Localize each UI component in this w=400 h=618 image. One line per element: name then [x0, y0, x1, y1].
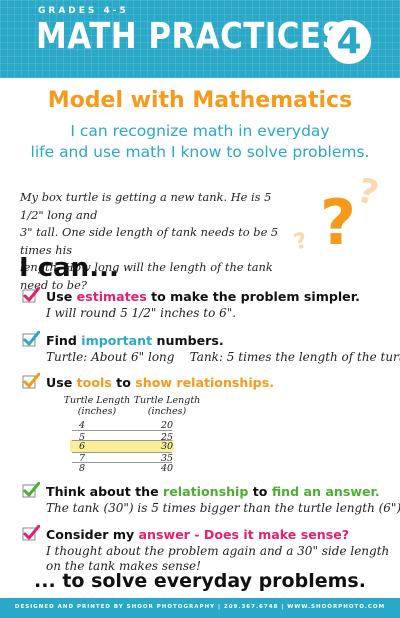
step-text: Use [46, 289, 77, 304]
grades-label: GRADES 4-5 [38, 6, 129, 16]
checkmark-icon [22, 482, 40, 498]
step-keyword: relationship [163, 484, 249, 499]
step-answer: Consider my answer - Does it make sense? [46, 527, 349, 542]
step-important-numbers: Find important numbers. [46, 333, 224, 348]
problem-line: My box turtle is getting a new tank. He … [20, 190, 272, 222]
table-header-line: (inches) [77, 406, 117, 417]
table-header-line: Turtle Length [133, 395, 201, 406]
goal-statement: I can recognize math in everyday life an… [20, 121, 380, 163]
step-detail: I thought about the problem again and a … [46, 544, 390, 558]
practice-subtitle: Model with Mathematics [47, 88, 353, 113]
question-marks-icon: ? ? ? [291, 171, 382, 258]
table-cell: 30 [160, 441, 174, 452]
i-can-heading: I can... [19, 253, 119, 283]
step-relationship: Think about the relationship to find an … [46, 484, 380, 499]
practice-number-badge: 4 [327, 20, 371, 64]
svg-text:?: ? [353, 171, 382, 215]
svg-text:?: ? [291, 228, 310, 255]
checkmark-icon [22, 373, 40, 389]
svg-text:?: ? [320, 186, 356, 258]
table-cell: 6 [78, 441, 86, 452]
table-divider [72, 440, 172, 441]
step-text: Find [46, 333, 82, 348]
closing-statement: ... to solve everyday problems. [34, 570, 366, 592]
goal-line: life and use math I know to solve proble… [30, 143, 370, 161]
step-text: to [111, 375, 136, 390]
step-text: to make the problem simpler. [146, 289, 360, 304]
step-text: Use [46, 375, 77, 390]
step-text: Think about the [46, 484, 164, 499]
table-divider [72, 452, 172, 453]
header-banner: GRADES 4-5 MATH PRACTICES 4 [0, 0, 400, 78]
step-keyword: tools [76, 375, 112, 390]
step-detail: The tank (30") is 5 times bigger than th… [46, 501, 400, 515]
step-detail: I will round 5 1/2" inches to 6". [46, 306, 237, 320]
page-title: MATH PRACTICES [36, 16, 345, 57]
checkmark-icon [22, 331, 40, 347]
step-text: Consider my [46, 527, 139, 542]
table-divider [72, 430, 172, 431]
step-tools: Use tools to show relationships. [46, 375, 274, 390]
step-detail: Turtle: About 6" long Tank: 5 times the … [46, 350, 400, 364]
practice-number: 4 [336, 21, 362, 62]
table-header: Turtle Length (inches) [132, 395, 202, 417]
step-keyword: answer - Does it make sense? [138, 527, 350, 542]
step-estimates: Use estimates to make the problem simple… [46, 289, 360, 304]
table-header-line: (inches) [147, 406, 187, 417]
table-divider [72, 462, 172, 463]
checkmark-icon [22, 525, 40, 541]
step-keyword: show relationships. [135, 375, 274, 390]
table-header: Turtle Length (inches) [62, 395, 132, 417]
step-keyword: estimates [76, 289, 147, 304]
table-cell: 8 [78, 463, 86, 474]
checkmark-icon [22, 287, 40, 303]
step-text: to [248, 484, 272, 499]
credit-line: DESIGNED AND PRINTED BY SHOOR PHOTOGRAPH… [14, 604, 386, 610]
step-keyword: find an answer. [271, 484, 380, 499]
table-cell: 40 [160, 463, 174, 474]
goal-line: I can recognize math in everyday [70, 122, 330, 140]
table-header-line: Turtle Length [63, 395, 131, 406]
step-keyword: important [81, 333, 153, 348]
step-text: numbers. [152, 333, 224, 348]
